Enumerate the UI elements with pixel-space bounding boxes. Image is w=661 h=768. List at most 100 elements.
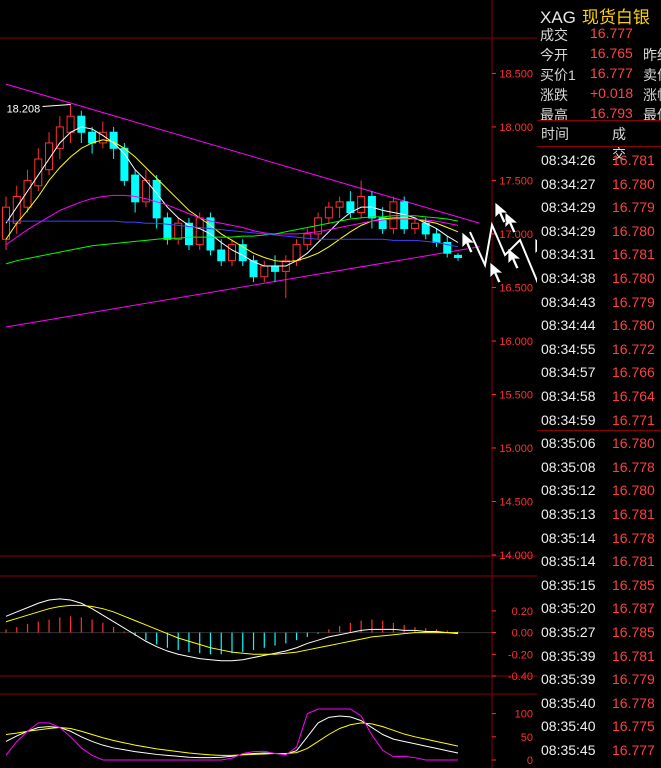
y-tick-label: -0.20 [508, 649, 533, 661]
tick-time: 08:35:15 [541, 576, 596, 593]
ticks-header-time: 时间 [541, 126, 569, 142]
tick-time: 08:34:59 [541, 411, 596, 428]
tick-time: 08:35:06 [541, 435, 596, 452]
tick-price: 16.777 [612, 742, 655, 758]
y-tick-label: 17.000 [499, 229, 533, 241]
tick-price: 16.772 [612, 340, 655, 357]
quote-label: 最高 [540, 107, 568, 123]
candle-body [195, 217, 204, 246]
y-tick-label: 14.500 [499, 496, 533, 508]
tick-price: 16.780 [612, 435, 655, 452]
quote-label: 买价1 [540, 67, 576, 83]
y-tick-label: 100 [515, 709, 533, 721]
candle-body [131, 174, 140, 203]
candle-body [271, 265, 280, 272]
tick-price: 16.785 [612, 576, 655, 593]
tick-time: 08:35:39 [541, 647, 596, 664]
candle-body [45, 142, 54, 171]
tick-time: 08:34:26 [541, 152, 596, 168]
tick-time: 08:34:43 [541, 293, 596, 310]
candle-body [335, 201, 344, 208]
tick-price: 16.779 [612, 199, 655, 216]
tick-time: 08:34:29 [541, 222, 596, 239]
y-tick-label: 0 [527, 755, 533, 767]
tick-time: 08:35:12 [541, 482, 596, 499]
y-tick-label: 0.00 [512, 628, 533, 640]
tick-time: 08:34:57 [541, 364, 596, 381]
tick-price: 16.781 [612, 152, 655, 168]
max-price-label: 18.208 [7, 103, 41, 115]
tick-time: 08:35:13 [541, 506, 596, 522]
candle-body [410, 222, 419, 230]
y-tick-label: 14.000 [499, 550, 533, 562]
quote-label-2: 昨结 [643, 47, 661, 63]
y-tick-label: 15.500 [499, 389, 533, 401]
tick-time: 08:35:20 [541, 600, 596, 617]
grid-layer [0, 0, 537, 768]
candle-body [303, 233, 312, 246]
candle-body [324, 206, 333, 219]
candle-body [152, 179, 161, 219]
tick-price: 16.778 [612, 694, 655, 711]
tick-time: 08:35:08 [541, 458, 596, 475]
tick-price: 16.771 [612, 411, 655, 428]
candle-body [34, 158, 43, 187]
tick-price: 16.781 [612, 553, 655, 570]
y-tick-label: 15.000 [499, 443, 533, 455]
y-axis-labels: 18.500 18.000 17.500 17.000 16.500 16.000 15.5… [492, 68, 533, 767]
tick-price: 16.787 [612, 600, 655, 617]
trendline [5, 83, 480, 224]
tick-time: 08:35:14 [541, 529, 596, 546]
kdj-panel[interactable] [5, 708, 459, 761]
tick-price: 16.775 [612, 718, 655, 735]
y-tick-label: 16.500 [499, 282, 533, 294]
tick-time: 08:34:58 [541, 388, 596, 404]
max-pointer [42, 103, 71, 107]
tick-price: 16.779 [612, 293, 655, 310]
y-tick-label: -0.40 [508, 671, 533, 683]
y-tick-label: 16.000 [499, 336, 533, 348]
y-tick-label: 17.500 [499, 175, 533, 187]
tick-price: 16.781 [612, 506, 655, 522]
candle-body [77, 115, 86, 133]
tick-time: 08:34:38 [541, 270, 596, 286]
candle-body [228, 244, 236, 262]
quote-value: 16.777 [590, 65, 633, 81]
tick-price: 16.780 [612, 222, 655, 239]
quote-label-2: 涨幅 [643, 87, 661, 103]
y-tick-label: 18.500 [499, 68, 533, 80]
quote-value: 16.777 [590, 25, 633, 41]
tick-price: 16.778 [612, 529, 655, 546]
kdj-d-line [5, 722, 459, 756]
macd-panel[interactable] [0, 598, 492, 662]
kdj-j-line [5, 708, 458, 761]
candle-body [260, 265, 269, 278]
candle-body [88, 131, 97, 144]
tick-price: 16.780 [612, 270, 655, 286]
quote-value: +0.018 [590, 85, 634, 101]
tick-time: 08:35:45 [541, 742, 596, 758]
divider [537, 120, 661, 121]
quote-label: 成交 [540, 27, 568, 43]
tick-time: 08:35:40 [541, 718, 596, 735]
price-panel[interactable]: 18.208 [2, 83, 480, 328]
tick-time: 08:34:44 [541, 317, 596, 334]
tick-price: 16.781 [612, 246, 655, 263]
tick-time: 08:34:31 [541, 246, 596, 263]
kline-chart-area[interactable]: 18.208 18.500 18.000 17.500 17.000 16.500 16.… [0, 0, 537, 768]
candle-body [389, 201, 398, 230]
tick-price: 16.764 [612, 388, 655, 404]
tick-price: 16.780 [612, 175, 655, 192]
divider [537, 146, 661, 147]
candle-body [357, 195, 366, 214]
tick-time: 08:34:29 [541, 199, 596, 216]
y-tick-label: 50 [521, 732, 533, 744]
candle-body [292, 244, 301, 262]
candle-body [12, 195, 21, 224]
quote-label: 涨跌 [540, 87, 568, 103]
tick-time: 08:35:14 [541, 553, 596, 570]
candle-body [217, 249, 226, 262]
tick-price: 16.785 [612, 624, 655, 640]
y-tick-label: 18.000 [499, 122, 533, 134]
tick-time: 08:34:27 [541, 175, 596, 192]
